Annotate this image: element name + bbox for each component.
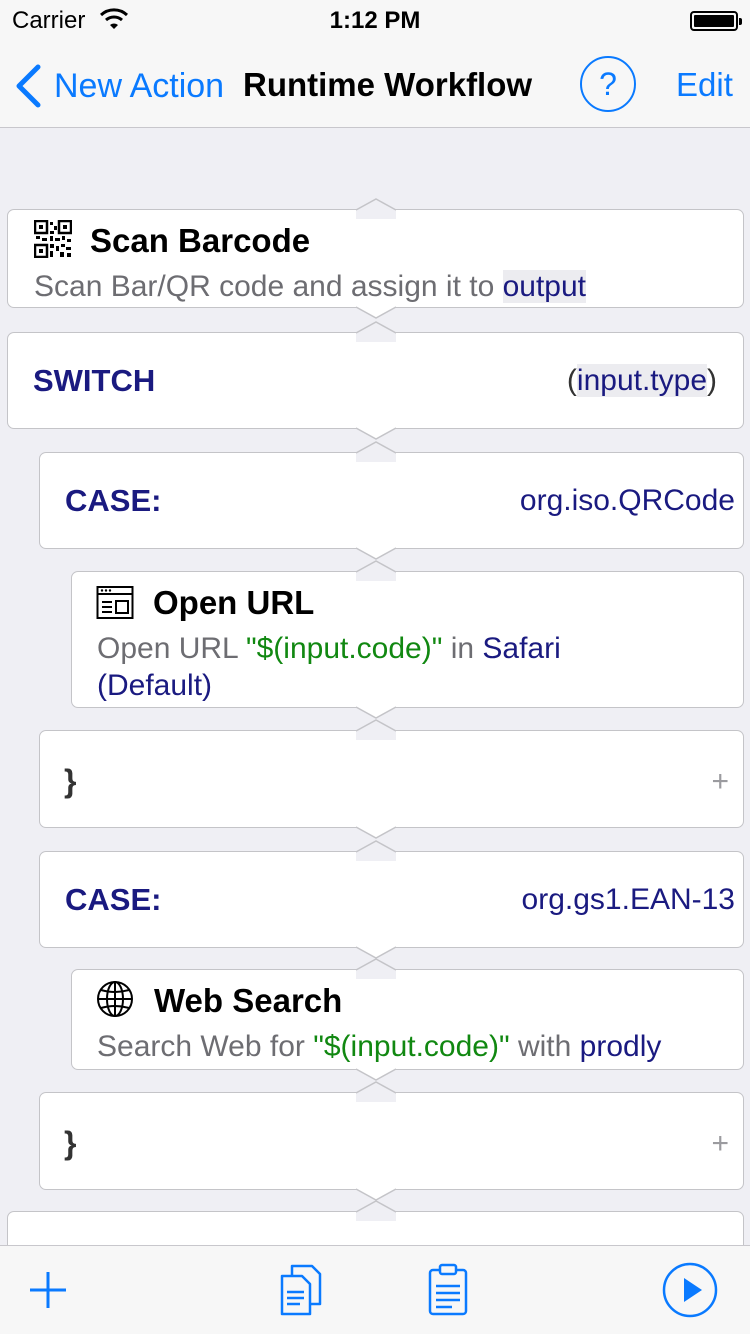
search-engine-token[interactable]: prodly <box>580 1030 662 1063</box>
connector-notch <box>355 938 397 959</box>
paste-icon[interactable] <box>420 1262 476 1318</box>
scan-barcode-action[interactable]: Scan Barcode Scan Bar/QR code and assign… <box>7 198 744 319</box>
case-value[interactable]: org.iso.QRCode <box>520 484 735 518</box>
case-end-block[interactable]: } + <box>39 719 744 839</box>
action-title: Web Search <box>154 982 343 1019</box>
output-variable-token[interactable]: output <box>502 270 587 303</box>
back-label: New Action <box>54 66 225 105</box>
browser-default-token[interactable]: (Default) <box>97 669 212 702</box>
clock: 1:12 PM <box>329 7 421 34</box>
play-icon[interactable] <box>662 1262 718 1318</box>
browser-window-icon <box>96 586 134 619</box>
add-action-button[interactable]: + <box>711 1127 729 1161</box>
switch-block[interactable]: SWITCH (input.type) <box>7 321 744 440</box>
case-end-block[interactable]: } + <box>39 1081 744 1201</box>
web-search-action[interactable]: Web Search Search Web for "$(input.code)… <box>71 958 744 1081</box>
switch-expression[interactable]: (input.type) <box>567 364 717 398</box>
edit-button[interactable]: Edit <box>676 66 733 104</box>
bottom-toolbar <box>0 1245 750 1334</box>
url-string-token[interactable]: "$(input.code)" <box>246 632 442 665</box>
connector-notch <box>355 958 397 979</box>
globe-icon <box>97 981 133 1017</box>
chevron-left-icon <box>16 64 41 108</box>
open-url-action[interactable]: Open URL Open URL "$(input.code)" in Saf… <box>71 560 744 719</box>
connector-notch <box>355 321 397 342</box>
action-description: Scan Bar/QR code and assign it to output <box>34 270 587 303</box>
navigation-bar: New Action Runtime Workflow ? Edit <box>0 40 750 128</box>
page-title: Runtime Workflow <box>243 66 533 103</box>
action-description: Open URL "$(input.code)" in Safari (Defau… <box>97 632 561 702</box>
connector-notch <box>355 840 397 861</box>
switch-end-block[interactable] <box>7 1200 744 1245</box>
connector-notch <box>355 539 397 560</box>
case-block[interactable]: CASE: org.iso.QRCode <box>39 441 744 560</box>
closing-brace: } <box>64 763 77 799</box>
connector-notch <box>355 441 397 462</box>
add-action-button[interactable]: + <box>711 765 729 799</box>
add-icon[interactable] <box>20 1262 76 1318</box>
status-bar: Carrier 1:12 PM <box>0 0 750 40</box>
case-block[interactable]: CASE: org.gs1.EAN-13 <box>39 840 744 959</box>
connector-notch <box>355 719 397 740</box>
connector-notch <box>355 1180 397 1201</box>
case-value[interactable]: org.gs1.EAN-13 <box>522 883 735 917</box>
action-title: Open URL <box>153 584 315 621</box>
case-keyword: CASE: <box>65 882 162 917</box>
connector-notch <box>355 1081 397 1102</box>
connector-notch <box>355 419 397 440</box>
search-string-token[interactable]: "$(input.code)" <box>313 1030 509 1063</box>
connector-notch <box>355 818 397 839</box>
battery-icon <box>690 11 742 31</box>
case-keyword: CASE: <box>65 483 162 518</box>
action-description: Search Web for "$(input.code)" with prod… <box>97 1030 662 1063</box>
back-button[interactable]: New Action <box>14 64 224 108</box>
switch-keyword: SWITCH <box>33 363 156 398</box>
qr-code-icon <box>34 220 72 258</box>
connector-notch <box>355 560 397 581</box>
help-button[interactable]: ? <box>580 56 636 112</box>
action-title: Scan Barcode <box>90 222 311 259</box>
closing-brace: } <box>64 1125 77 1161</box>
browser-token[interactable]: Safari <box>482 632 560 665</box>
connector-notch <box>355 198 397 219</box>
workflow-canvas[interactable]: Scan Barcode Scan Bar/QR code and assign… <box>0 129 750 1245</box>
connector-notch <box>355 1200 397 1221</box>
copy-icon[interactable] <box>274 1262 330 1318</box>
